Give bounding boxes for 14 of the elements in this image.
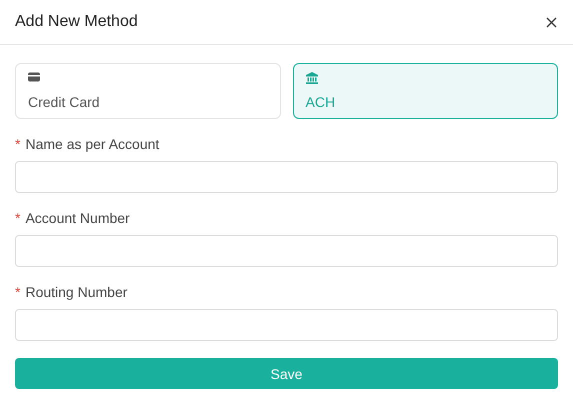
field-label: * Routing Number [15, 284, 128, 300]
close-icon [546, 16, 557, 28]
input-field[interactable] [15, 161, 558, 193]
credit-card-icon [28, 72, 40, 82]
input-field[interactable] [15, 235, 558, 267]
payment-method-option[interactable]: Credit Card [15, 63, 280, 119]
payment-method-option[interactable]: ACH [292, 63, 558, 119]
input-field[interactable] [15, 309, 558, 341]
close-button[interactable] [544, 14, 559, 30]
field-label: * Name as per Account [15, 136, 160, 152]
dialog-title: Add New Method [15, 13, 138, 31]
bank-icon [306, 72, 318, 84]
save-button[interactable]: Save [15, 358, 558, 389]
field-label: * Account Number [15, 210, 131, 226]
